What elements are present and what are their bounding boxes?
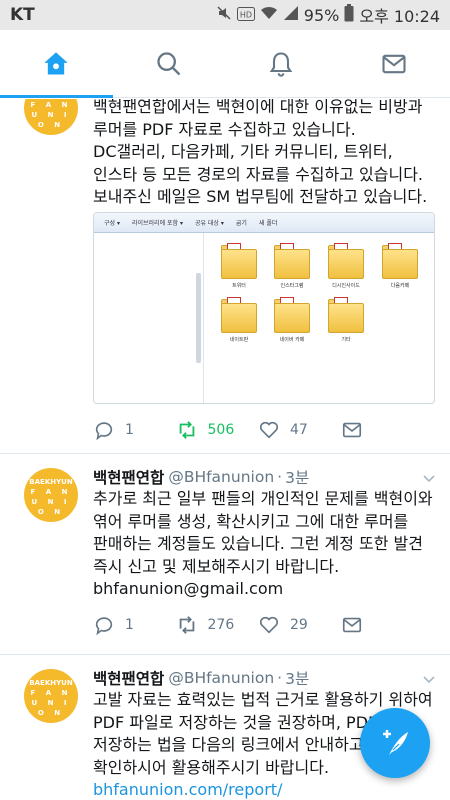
folder-icon: 다음카페 bbox=[380, 243, 420, 289]
explorer-scrollbar bbox=[196, 273, 201, 363]
retweet-icon bbox=[179, 421, 194, 439]
avatar[interactable]: BAEKHYUN F A N U N I O N bbox=[24, 669, 78, 723]
wifi-icon bbox=[260, 5, 278, 25]
tab-search[interactable] bbox=[113, 30, 226, 97]
reply-button[interactable]: 1 bbox=[93, 614, 176, 636]
heart-icon bbox=[259, 616, 279, 634]
avatar-line-fan: F A N bbox=[30, 101, 72, 109]
dm-share-button[interactable] bbox=[341, 419, 424, 441]
email-text: bhfanunion@gmail.com bbox=[93, 579, 284, 598]
explorer-toolbar: 구성 ▾ 라이브러리에 포함 ▾ 공유 대상 ▾ 굽기 새 폴더 bbox=[94, 213, 434, 233]
tweet-time: 3분 bbox=[285, 469, 310, 487]
tab-home[interactable] bbox=[0, 30, 113, 98]
dm-share-button[interactable] bbox=[341, 614, 424, 636]
like-button[interactable]: 47 bbox=[258, 419, 341, 441]
carrier-label: KT bbox=[10, 5, 35, 25]
tweet[interactable]: F A N U N I O N 백현팬연합에서는 백현이에 대한 이유없는 비방… bbox=[0, 99, 450, 454]
reply-icon bbox=[95, 422, 113, 441]
folder-icon: 인스타그램 bbox=[272, 243, 312, 289]
home-icon bbox=[44, 51, 68, 74]
like-count: 47 bbox=[290, 422, 308, 438]
tweet-text: 추가로 최근 일부 팬들의 개인적인 문제를 백현이와 엮어 루머를 생성, 확… bbox=[93, 488, 438, 601]
chevron-down-icon[interactable] bbox=[422, 673, 436, 687]
avatar-line-fan: F A N bbox=[30, 689, 72, 697]
folder-icon: 기타 bbox=[326, 297, 366, 343]
like-count: 29 bbox=[290, 617, 308, 633]
reply-count: 1 bbox=[125, 617, 134, 633]
avatar-line-union: U N I O N bbox=[31, 699, 71, 717]
author-name[interactable]: 백현팬연합 bbox=[93, 667, 164, 689]
chevron-down-icon[interactable] bbox=[422, 472, 436, 486]
folder-icon: 네이트판 bbox=[219, 297, 259, 343]
avatar-line-union: U N I O N bbox=[31, 111, 71, 129]
battery-icon bbox=[344, 4, 354, 26]
avatar-line-fan: F A N bbox=[30, 488, 72, 496]
mute-icon bbox=[216, 5, 232, 25]
tweet[interactable]: BAEKHYUN F A N U N I O N 백현팬연합 @BHfanuni… bbox=[0, 454, 450, 655]
hd-icon: HD bbox=[236, 6, 255, 25]
battery-percent: 95% bbox=[303, 5, 340, 25]
timeline[interactable]: F A N U N I O N 백현팬연합에서는 백현이에 대한 이유없는 비방… bbox=[0, 99, 450, 800]
compose-tweet-button[interactable] bbox=[360, 708, 430, 778]
retweet-button[interactable]: 276 bbox=[176, 614, 259, 636]
tweet-media-image[interactable]: 구성 ▾ 라이브러리에 포함 ▾ 공유 대상 ▾ 굽기 새 폴더 트위터 인스타… bbox=[93, 212, 435, 404]
tweet-text: 백현팬연합에서는 백현이에 대한 이유없는 비방과 루머를 PDF 자료로 수집… bbox=[93, 99, 428, 206]
mail-icon bbox=[382, 54, 406, 73]
status-icons: HD 95% 오후 10:24 bbox=[216, 3, 440, 27]
compose-quill-icon bbox=[383, 730, 408, 755]
author-handle[interactable]: @BHfanunion bbox=[168, 669, 274, 687]
like-button[interactable]: 29 bbox=[258, 614, 341, 636]
search-icon bbox=[157, 51, 181, 75]
avatar[interactable]: F A N U N I O N bbox=[24, 99, 78, 135]
avatar-line-baekhyun: BAEKHYUN bbox=[29, 679, 73, 687]
avatar-line-baekhyun: BAEKHYUN bbox=[29, 478, 73, 486]
tab-notifications[interactable] bbox=[225, 30, 338, 97]
tab-bar bbox=[0, 30, 450, 98]
svg-text:HD: HD bbox=[240, 10, 252, 19]
status-bar: KT HD 95% 오후 10:24 bbox=[0, 0, 450, 30]
reply-count: 1 bbox=[125, 422, 134, 438]
reply-button[interactable]: 1 bbox=[93, 419, 176, 441]
retweet-button[interactable]: 506 bbox=[176, 419, 259, 441]
tweet-actions: 1 506 47 bbox=[93, 419, 423, 441]
clock: 오후 10:24 bbox=[359, 7, 440, 26]
bell-icon bbox=[269, 51, 293, 77]
avatar-line-union: U N I O N bbox=[31, 498, 71, 516]
tweet-actions: 1 276 29 bbox=[93, 614, 423, 636]
folder-icon: 디시인사이드 bbox=[326, 243, 366, 289]
explorer-nav-pane bbox=[94, 233, 204, 403]
reply-icon bbox=[95, 617, 113, 636]
folder-icon: 트위터 bbox=[219, 243, 259, 289]
mail-icon bbox=[342, 422, 361, 438]
author-handle[interactable]: @BHfanunion bbox=[168, 468, 274, 486]
retweet-count: 276 bbox=[207, 617, 235, 633]
tab-messages[interactable] bbox=[338, 30, 450, 97]
tweet-header: 백현팬연합 @BHfanunion · 3분 bbox=[93, 667, 310, 689]
retweet-icon bbox=[179, 616, 194, 634]
mail-icon bbox=[342, 617, 361, 633]
retweet-count: 506 bbox=[207, 422, 235, 438]
report-link[interactable]: bhfanunion.com/report/ bbox=[93, 779, 438, 800]
tweet-header: 백현팬연합 @BHfanunion · 3분 bbox=[93, 466, 310, 488]
heart-icon bbox=[259, 421, 279, 439]
tweet-time: 3분 bbox=[285, 670, 310, 688]
author-name[interactable]: 백현팬연합 bbox=[93, 466, 164, 488]
signal-icon bbox=[283, 5, 299, 25]
avatar[interactable]: BAEKHYUN F A N U N I O N bbox=[24, 468, 78, 522]
folder-icon: 네이버 카페 bbox=[272, 297, 312, 343]
